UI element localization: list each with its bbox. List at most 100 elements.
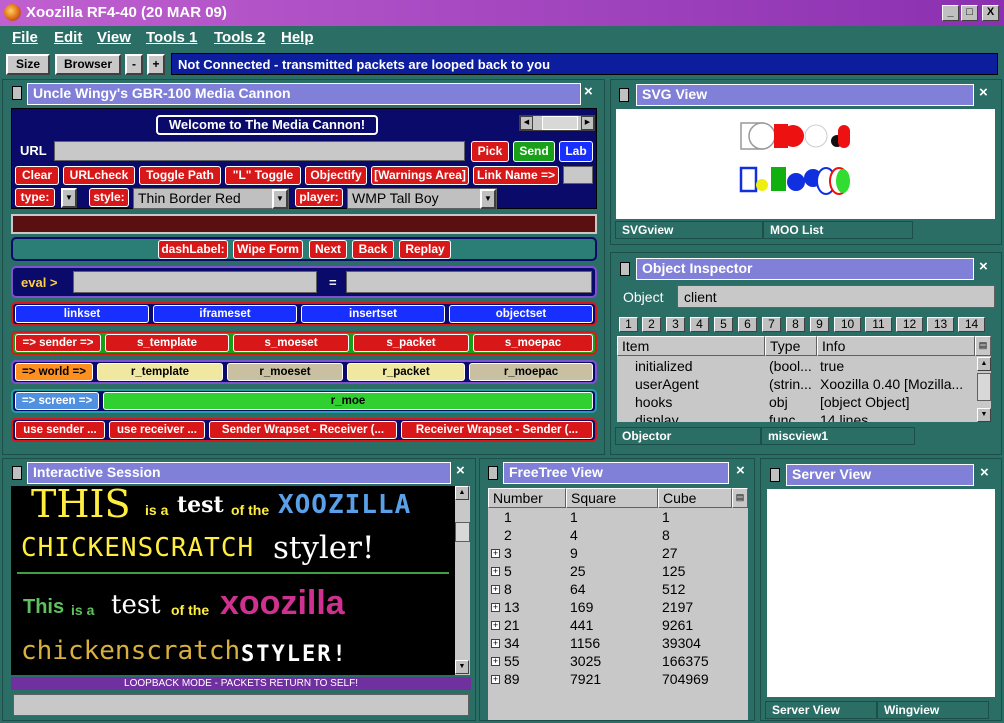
scrollbar[interactable]: ▲ ▼ <box>977 357 991 422</box>
linkset-button[interactable]: linkset <box>15 305 149 323</box>
zoom-in-button[interactable]: + <box>147 54 165 75</box>
close-button[interactable]: X <box>982 5 999 21</box>
expand-icon[interactable]: + <box>491 639 500 648</box>
column-header-number[interactable]: Number <box>488 488 566 508</box>
column-header-square[interactable]: Square <box>566 488 658 508</box>
menu-help[interactable]: Help <box>281 29 314 46</box>
replay-button[interactable]: Replay <box>399 240 451 259</box>
menu-edit[interactable]: Edit <box>54 29 82 46</box>
menu-file[interactable]: File <box>12 29 38 46</box>
tree-row[interactable]: +89 7921 704969 <box>488 671 732 689</box>
scroll-up-icon[interactable]: ▲ <box>977 357 991 371</box>
minimize-button[interactable]: _ <box>942 5 959 21</box>
expand-icon[interactable]: + <box>491 675 500 684</box>
tab-6[interactable]: 6 <box>738 317 757 332</box>
tree-row[interactable]: 111 <box>488 509 732 527</box>
menu-tools2[interactable]: Tools 2 <box>214 29 265 46</box>
slider[interactable]: ◀ ▶ <box>519 115 595 131</box>
player-dropdown-icon[interactable]: ▼ <box>480 189 496 209</box>
expand-icon[interactable]: + <box>491 603 500 612</box>
tab-4[interactable]: 4 <box>690 317 709 332</box>
slider-left-icon[interactable]: ◀ <box>520 116 533 130</box>
sender-wrapset-button[interactable]: Sender Wrapset - Receiver (... <box>209 421 397 439</box>
browser-button[interactable]: Browser <box>55 54 121 75</box>
dash-label-button[interactable]: dashLabel: <box>158 240 228 259</box>
panel-grip-icon[interactable] <box>12 86 22 100</box>
tree-row[interactable]: +8 64 512 <box>488 581 732 599</box>
objectify-button[interactable]: Objectify <box>305 166 367 185</box>
back-button[interactable]: Back <box>352 240 394 259</box>
toggle-path-button[interactable]: Toggle Path <box>139 166 221 185</box>
expand-icon[interactable]: + <box>491 585 500 594</box>
tab-moo-list[interactable]: MOO List <box>763 221 913 239</box>
tab-12[interactable]: 12 <box>896 317 923 332</box>
style-select[interactable]: Thin Border Red <box>133 188 289 209</box>
column-chooser-icon[interactable]: ▤ <box>732 488 748 508</box>
use-receiver-button[interactable]: use receiver ... <box>109 421 205 439</box>
column-chooser-icon[interactable]: ▤ <box>975 336 991 356</box>
tab-14[interactable]: 14 <box>958 317 985 332</box>
panel-grip-icon[interactable] <box>620 262 630 276</box>
slider-thumb[interactable] <box>542 116 578 130</box>
r-template-button[interactable]: r_template <box>97 363 223 381</box>
insertset-button[interactable]: insertset <box>301 305 445 323</box>
panel-grip-icon[interactable] <box>12 466 22 480</box>
zoom-out-button[interactable]: - <box>125 54 143 75</box>
link-name-input[interactable] <box>563 166 593 184</box>
tab-11[interactable]: 11 <box>865 317 892 332</box>
object-input[interactable] <box>677 285 995 308</box>
column-header-info[interactable]: Info <box>817 336 975 356</box>
tab-server-view[interactable]: Server View <box>765 701 877 719</box>
use-sender-button[interactable]: use sender ... <box>15 421 105 439</box>
expand-icon[interactable]: + <box>491 567 500 576</box>
r-moe-button[interactable]: r_moe <box>103 392 593 410</box>
tab-svgview[interactable]: SVGview <box>615 221 763 239</box>
size-button[interactable]: Size <box>6 54 50 75</box>
expand-icon[interactable]: + <box>491 621 500 630</box>
scroll-thumb[interactable] <box>455 522 470 542</box>
close-icon[interactable]: × <box>979 258 988 275</box>
tree-row[interactable]: +5 25 125 <box>488 563 732 581</box>
tab-3[interactable]: 3 <box>666 317 685 332</box>
s-moeset-button[interactable]: s_moeset <box>233 334 349 352</box>
scroll-thumb[interactable] <box>977 373 991 401</box>
menu-view[interactable]: View <box>97 29 131 46</box>
close-icon[interactable]: × <box>980 464 989 481</box>
player-select[interactable]: WMP Tall Boy <box>347 188 497 209</box>
l-toggle-button[interactable]: "L" Toggle <box>225 166 301 185</box>
tree-row[interactable]: +34 1156 39304 <box>488 635 732 653</box>
column-header-type[interactable]: Type <box>765 336 817 356</box>
expand-icon[interactable]: + <box>491 657 500 666</box>
tab-13[interactable]: 13 <box>927 317 954 332</box>
tree-row[interactable]: +3 9 27 <box>488 545 732 563</box>
objectset-button[interactable]: objectset <box>449 305 593 323</box>
panel-grip-icon[interactable] <box>619 88 629 102</box>
tree-row[interactable]: 248 <box>488 527 732 545</box>
scroll-up-icon[interactable]: ▲ <box>455 486 469 500</box>
pick-button[interactable]: Pick <box>471 141 509 162</box>
tab-wingview[interactable]: Wingview <box>877 701 989 719</box>
s-moepac-button[interactable]: s_moepac <box>473 334 593 352</box>
eval-result[interactable] <box>346 271 592 293</box>
scroll-down-icon[interactable]: ▼ <box>977 408 991 422</box>
next-button[interactable]: Next <box>309 240 347 259</box>
session-input[interactable] <box>13 694 469 716</box>
tab-8[interactable]: 8 <box>786 317 805 332</box>
receiver-wrapset-button[interactable]: Receiver Wrapset - Sender (... <box>401 421 593 439</box>
wipe-form-button[interactable]: Wipe Form <box>233 240 303 259</box>
s-packet-button[interactable]: s_packet <box>353 334 469 352</box>
scrollbar[interactable]: ▲ ▼ <box>455 486 470 675</box>
lab-button[interactable]: Lab <box>559 141 593 162</box>
close-icon[interactable]: × <box>456 462 465 479</box>
tab-miscview1[interactable]: miscview1 <box>761 427 915 445</box>
close-icon[interactable]: × <box>584 83 593 100</box>
tab-objector[interactable]: Objector <box>615 427 761 445</box>
close-icon[interactable]: × <box>979 84 988 101</box>
menu-tools1[interactable]: Tools 1 <box>146 29 197 46</box>
tab-10[interactable]: 10 <box>834 317 861 332</box>
r-moepac-button[interactable]: r_moepac <box>469 363 593 381</box>
style-dropdown-icon[interactable]: ▼ <box>272 189 288 209</box>
tree-row[interactable]: +13 169 2197 <box>488 599 732 617</box>
link-name-button[interactable]: Link Name => <box>473 166 559 185</box>
table-row[interactable]: hooks obj [object Object] <box>617 393 977 411</box>
